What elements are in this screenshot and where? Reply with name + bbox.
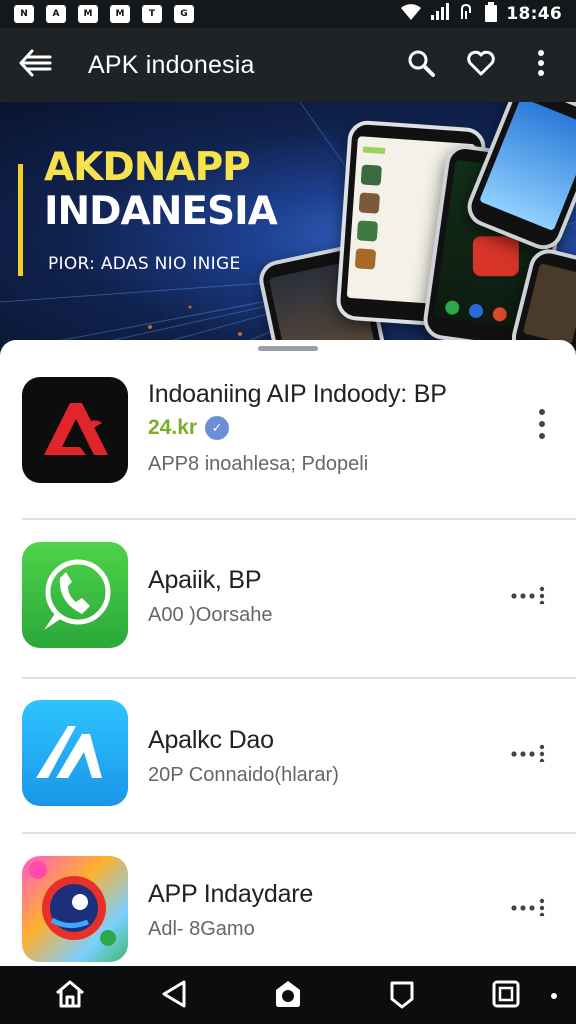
app-list-item[interactable]: Indoaniing AIP Indoody: BP 24.kr ✓ APP8 …: [0, 340, 576, 500]
recents-button[interactable]: [484, 974, 528, 1018]
home-icon: [54, 979, 86, 1014]
app-list-sheet: Indoaniing AIP Indoody: BP 24.kr ✓ APP8 …: [0, 340, 576, 966]
overflow-menu-button[interactable]: [514, 38, 568, 92]
heart-icon: [467, 50, 495, 81]
wifi-icon: [400, 3, 422, 26]
divider: [22, 677, 576, 679]
banner-title: AKDNAPP INDANESIA: [44, 145, 278, 234]
notification-icon: M: [110, 5, 130, 23]
app-rating: 24.kr ✓: [148, 416, 230, 440]
banner-subtitle: PIOR: ADAS NIO INIGE: [48, 254, 241, 274]
item-menu-button[interactable]: [506, 574, 550, 618]
search-icon: [407, 49, 435, 82]
item-menu-button[interactable]: [506, 886, 550, 930]
status-bar: N A M M T G 18:46: [0, 0, 576, 28]
app-list-item[interactable]: APP Indaydare Adl- 8Gamo: [0, 834, 576, 966]
back-arrow-icon: [18, 49, 52, 82]
notification-icon: N: [14, 5, 34, 23]
green-phone-app-icon: [22, 542, 128, 648]
app-name: APP Indaydare: [148, 880, 314, 908]
back-nav-button[interactable]: [152, 974, 196, 1018]
more-vert-icon: [538, 407, 546, 446]
more-vert-icon: [537, 49, 545, 82]
home-button[interactable]: [48, 974, 92, 1018]
notification-icon: M: [78, 5, 98, 23]
more-horiz-icon: [510, 584, 546, 609]
favorite-button[interactable]: [454, 38, 508, 92]
search-button[interactable]: [394, 38, 448, 92]
app-subtitle: A00 )Oorsahe: [148, 604, 273, 626]
promo-banner[interactable]: AKDNAPP INDANESIA PIOR: ADAS NIO INIGE: [0, 102, 576, 352]
app-list-item[interactable]: Apalkc Dao 20P Connaido(hlarar): [0, 680, 576, 840]
item-menu-button[interactable]: [506, 732, 550, 776]
notification-icon: A: [46, 5, 66, 23]
app-name: Indoaniing AIP Indoody: BP: [148, 380, 447, 408]
item-menu-button[interactable]: [520, 404, 564, 448]
notification-icons: N A M M T G: [14, 5, 194, 23]
back-triangle-icon: [160, 979, 188, 1014]
more-horiz-icon: [510, 742, 546, 767]
status-time: 18:46: [506, 4, 562, 24]
nav-dot-button[interactable]: [532, 974, 576, 1018]
home-circle-icon: [272, 978, 304, 1015]
back-button[interactable]: [0, 28, 70, 102]
dot-icon: [550, 987, 558, 1005]
battery-icon: [484, 1, 498, 27]
banner-accent-bar: [18, 164, 23, 276]
blue-a-app-icon: [22, 700, 128, 806]
nfc-icon: [458, 3, 476, 26]
rating-value: 24.kr: [148, 416, 198, 439]
banner-title-line1: AKDNAPP: [44, 145, 251, 190]
more-horiz-icon: [510, 896, 546, 921]
banner-title-line2: INDANESIA: [44, 189, 278, 234]
app-subtitle: APP8 inoahlesa; Pdopeli: [148, 453, 369, 475]
notification-button[interactable]: [380, 974, 424, 1018]
app-name: Apaiik, BP: [148, 566, 262, 594]
notification-icon: G: [174, 5, 194, 23]
signal-icon: [430, 2, 450, 26]
assistant-button[interactable]: [266, 974, 310, 1018]
message-icon: [388, 979, 416, 1014]
verified-badge-icon: ✓: [205, 416, 230, 440]
app-list-item[interactable]: Apaiik, BP A00 )Oorsahe: [0, 520, 576, 680]
app-name: Apalkc Dao: [148, 726, 274, 754]
system-nav-bar: [0, 966, 576, 1024]
colorful-app-icon: [22, 856, 128, 962]
page-title: APK indonesia: [88, 50, 255, 79]
red-a-app-icon: [22, 377, 128, 483]
app-bar: APK indonesia: [0, 28, 576, 102]
app-subtitle: 20P Connaido(hlarar): [148, 764, 339, 786]
recents-icon: [491, 979, 521, 1014]
app-subtitle: Adl- 8Gamo: [148, 918, 255, 940]
notification-icon: T: [142, 5, 162, 23]
